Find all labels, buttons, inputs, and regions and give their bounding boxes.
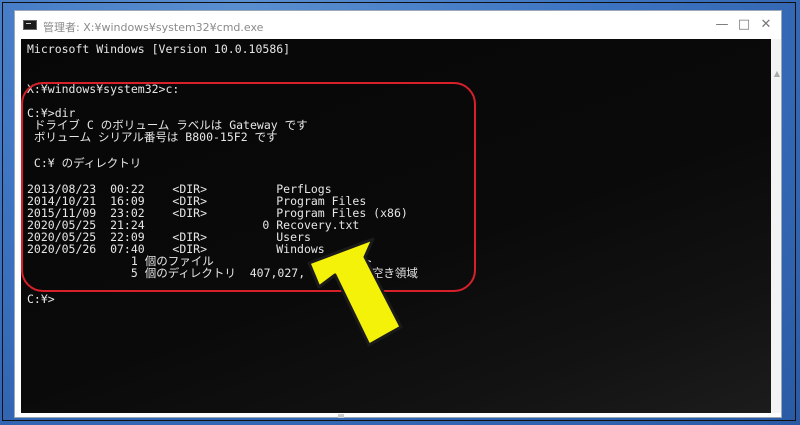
image-frame bbox=[2, 2, 796, 421]
